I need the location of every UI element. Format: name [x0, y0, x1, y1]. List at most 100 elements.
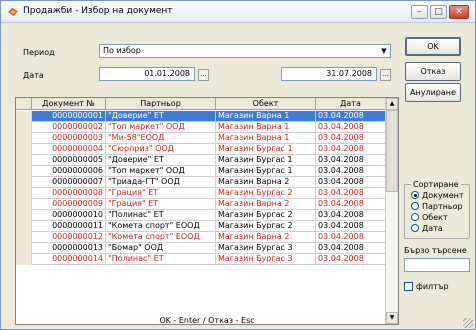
cell-document: 0000000006 [32, 166, 106, 177]
cell-date: 03.04.2008 [316, 254, 386, 265]
close-icon[interactable]: ✕ [449, 5, 469, 19]
column-header-date[interactable]: Дата [316, 98, 386, 110]
table-row[interactable]: 0000000007 "Триада-ГТ" ООД Магазин Варна 2… [16, 177, 386, 188]
date-to-field[interactable]: 31.07.2008 [281, 67, 377, 81]
column-header-document[interactable]: Документ № [32, 98, 106, 110]
column-header-object[interactable]: Обект [216, 98, 316, 110]
period-select[interactable]: По избор ▼ [99, 44, 391, 58]
table-row[interactable]: 0000000010 "Полинас" ЕТ Магазин Бургас 2 03… [16, 210, 386, 221]
radio-icon[interactable] [411, 213, 419, 221]
void-button[interactable]: Анулиране [405, 83, 461, 102]
cell-partner: "Доверие" ЕТ [106, 155, 216, 166]
cell-object: Магазин Варна 1 [216, 122, 316, 133]
cell-object: Магазин Бургас 1 [216, 155, 316, 166]
date-from-field[interactable]: 01.01.2008 [99, 67, 195, 81]
row-indicator [16, 210, 32, 221]
cell-date: 03.04.2008 [316, 155, 386, 166]
sort-option-label: Обект [422, 213, 448, 222]
cell-partner: "Ми-58"ЕООД [106, 133, 216, 144]
sort-option-document[interactable]: Документ [411, 191, 464, 201]
cell-date: 03.04.2008 [316, 221, 386, 232]
checkbox-icon[interactable] [404, 282, 413, 291]
table-row[interactable]: 0000000013 "Бомар" ООД Магазин Бургас 3 03.… [16, 243, 386, 254]
cell-document: 0000000009 [32, 199, 106, 210]
cell-object: Магазин Варна 2 [216, 232, 316, 243]
cell-partner: "Грация" ЕТ [106, 199, 216, 210]
table-row[interactable]: 0000000004 "Сюрприз" ООД Магазин Бургас 10… [16, 144, 386, 155]
filter-checkbox[interactable]: филтър [404, 282, 449, 291]
sort-option-partner[interactable]: Партньор [411, 202, 463, 212]
row-indicator [16, 111, 32, 122]
row-indicator [16, 243, 32, 254]
date-from-picker-button[interactable]: ... [198, 69, 209, 81]
chevron-down-icon[interactable]: ▼ [379, 46, 389, 56]
cell-date: 03.04.2008 [316, 243, 386, 254]
row-indicator [16, 122, 32, 133]
radio-icon[interactable] [411, 202, 419, 210]
table-row[interactable]: 0000000001 "Доверие" ЕТ Магазин Варна 1 03.… [16, 111, 386, 122]
cell-document: 0000000004 [32, 144, 106, 155]
row-indicator [16, 155, 32, 166]
cell-document: 0000000002 [32, 122, 106, 133]
sort-option-object[interactable]: Обект [411, 213, 448, 223]
row-indicator [16, 188, 32, 199]
header-indicator [16, 98, 32, 110]
radio-icon[interactable] [411, 191, 419, 199]
cell-date: 03.04.2008 [316, 177, 386, 188]
sort-option-label: Документ [422, 191, 464, 200]
cell-partner: "Полинас" ЕТ [106, 210, 216, 221]
window-title: Продажби - Избор на документ [23, 6, 173, 16]
table-row[interactable]: 0000000014 "Полинас" ЕТ Магазин Бургас 3 03… [16, 254, 386, 265]
cell-document: 0000000008 [32, 188, 106, 199]
quick-search-input[interactable] [404, 258, 470, 272]
cell-date: 03.04.2008 [316, 210, 386, 221]
cell-date: 03.04.2008 [316, 111, 386, 122]
scroll-up-icon[interactable]: ▲ [386, 98, 398, 110]
documents-table[interactable]: Документ № Партньор Обект Дата 000000000… [15, 97, 399, 325]
cell-partner: "Сюрприз" ООД [106, 144, 216, 155]
cell-date: 03.04.2008 [316, 188, 386, 199]
table-row[interactable]: 0000000011 "Комета спорт" ЕООД Магазин Бур… [16, 221, 386, 232]
row-indicator [16, 177, 32, 188]
date-to-picker-button[interactable]: ... [380, 69, 391, 81]
table-row[interactable]: 0000000005 "Доверие" ЕТ Магазин Бургас 1 03… [16, 155, 386, 166]
cell-partner: "Грация" ЕТ [106, 188, 216, 199]
cell-object: Магазин Бургас 1 [216, 166, 316, 177]
table-header: Документ № Партньор Обект Дата [16, 98, 386, 110]
ok-button[interactable]: OK [405, 37, 461, 56]
table-row[interactable]: 0000000012 "Комета спорт" ЕООД Магазин Вар… [16, 232, 386, 243]
scroll-thumb[interactable] [386, 110, 398, 192]
cell-object: Магазин Бургас 2 [216, 221, 316, 232]
cell-object: Магазин Бургас 1 [216, 144, 316, 155]
resize-grip-icon[interactable] [463, 318, 473, 328]
maximize-icon[interactable]: □ [430, 5, 447, 19]
cell-partner: "Комета спорт" ЕООД [106, 232, 216, 243]
table-row[interactable]: 0000000003 "Ми-58"ЕООД Магазин Варна 1 03.0… [16, 133, 386, 144]
column-header-partner[interactable]: Партньор [106, 98, 216, 110]
cell-partner: "Топ маркет" ООД [106, 122, 216, 133]
row-indicator [16, 221, 32, 232]
row-indicator [16, 232, 32, 243]
table-row[interactable]: 0000000002 "Топ маркет" ООД Магазин Варна … [16, 122, 386, 133]
row-indicator [16, 166, 32, 177]
app-icon [8, 8, 18, 16]
cell-document: 0000000010 [32, 210, 106, 221]
cell-partner: "Доверие" ЕТ [106, 111, 216, 122]
title-bar[interactable]: Продажби - Избор на документ – □ ✕ [1, 1, 475, 23]
cell-date: 03.04.2008 [316, 166, 386, 177]
sort-option-date[interactable]: Дата [411, 224, 443, 234]
table-row[interactable]: 0000000008 "Грация" ЕТ Магазин Бургас 2 03.… [16, 188, 386, 199]
cell-document: 0000000007 [32, 177, 106, 188]
table-row[interactable]: 0000000009 "Грация" ЕТ Магазин Варна 2 03.0… [16, 199, 386, 210]
cell-document: 0000000012 [32, 232, 106, 243]
table-row[interactable]: 0000000006 "Топ маркет" ООД Магазин Бургас… [16, 166, 386, 177]
table-scrollbar[interactable]: ▲ ▼ [385, 98, 398, 324]
quick-search-label: Бързо търсене [404, 246, 467, 255]
cell-object: Магазин Бургас 2 [216, 210, 316, 221]
cancel-button[interactable]: Отказ [405, 62, 461, 81]
cell-date: 03.04.2008 [316, 122, 386, 133]
cell-date: 03.04.2008 [316, 133, 386, 144]
radio-icon[interactable] [411, 224, 419, 232]
dialog-client: Период По избор ▼ Дата 01.01.2008 ... 31… [1, 24, 475, 329]
minimize-icon[interactable]: – [411, 5, 428, 19]
